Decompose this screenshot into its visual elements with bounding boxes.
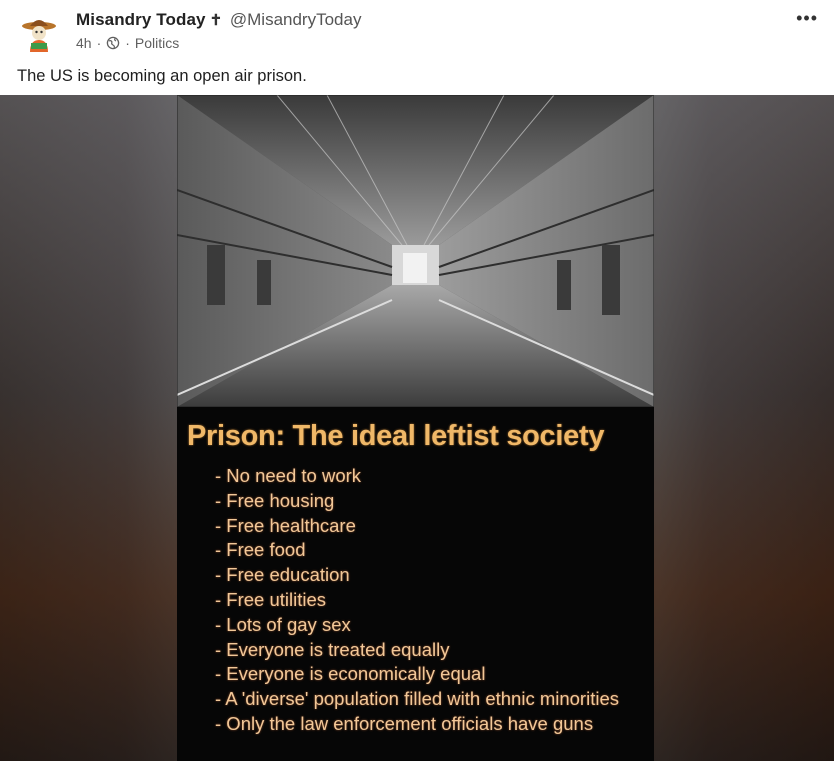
meme-list-item: - Everyone is economically equal [215,663,486,685]
post-time[interactable]: 4h [76,35,92,51]
post-meta: 4h · · Politics [76,35,179,51]
post-media[interactable]: Prison: The ideal leftist society - No n… [0,95,834,761]
meta-separator-2: · [125,35,130,51]
meme-list-item: - Lots of gay sex [215,613,351,635]
meme-list-item: - Free education [215,564,350,586]
meme-list-item: - Free housing [215,489,335,511]
meme-list-item: - No need to work [215,465,362,486]
more-options-icon[interactable]: ••• [796,8,818,29]
meme-list-item: - Everyone is treated equally [215,638,450,660]
meme-list-item: - Only the law enforcement officials hav… [215,712,594,734]
post-text: The US is becoming an open air prison. [17,67,307,85]
meme-list: - No need to work - Free housing - Free … [215,464,619,737]
meme-list-item: - Free utilities [215,588,327,610]
meta-separator: · [96,35,102,51]
meme-list-item: - Free food [215,539,306,561]
meme-list-item: - A 'diverse' population filled with eth… [215,688,619,710]
globe-icon [107,36,120,50]
author-handle[interactable]: @MisandryToday [230,10,362,29]
post-card: Misandry Today ✝ @MisandryToday 4h · · Po… [0,0,834,761]
meme-title: Prison: The ideal leftist society [187,420,605,452]
cross-icon: ✝ [209,12,223,29]
prison-photo [177,95,654,407]
author-name[interactable]: Misandry Today [76,10,206,29]
author-line: Misandry Today ✝ @MisandryToday [76,10,361,30]
meme-image[interactable]: Prison: The ideal leftist society - No n… [177,95,654,761]
meme-list-item: - Free healthcare [215,514,356,536]
post-category[interactable]: Politics [135,35,179,51]
avatar[interactable] [18,12,60,54]
